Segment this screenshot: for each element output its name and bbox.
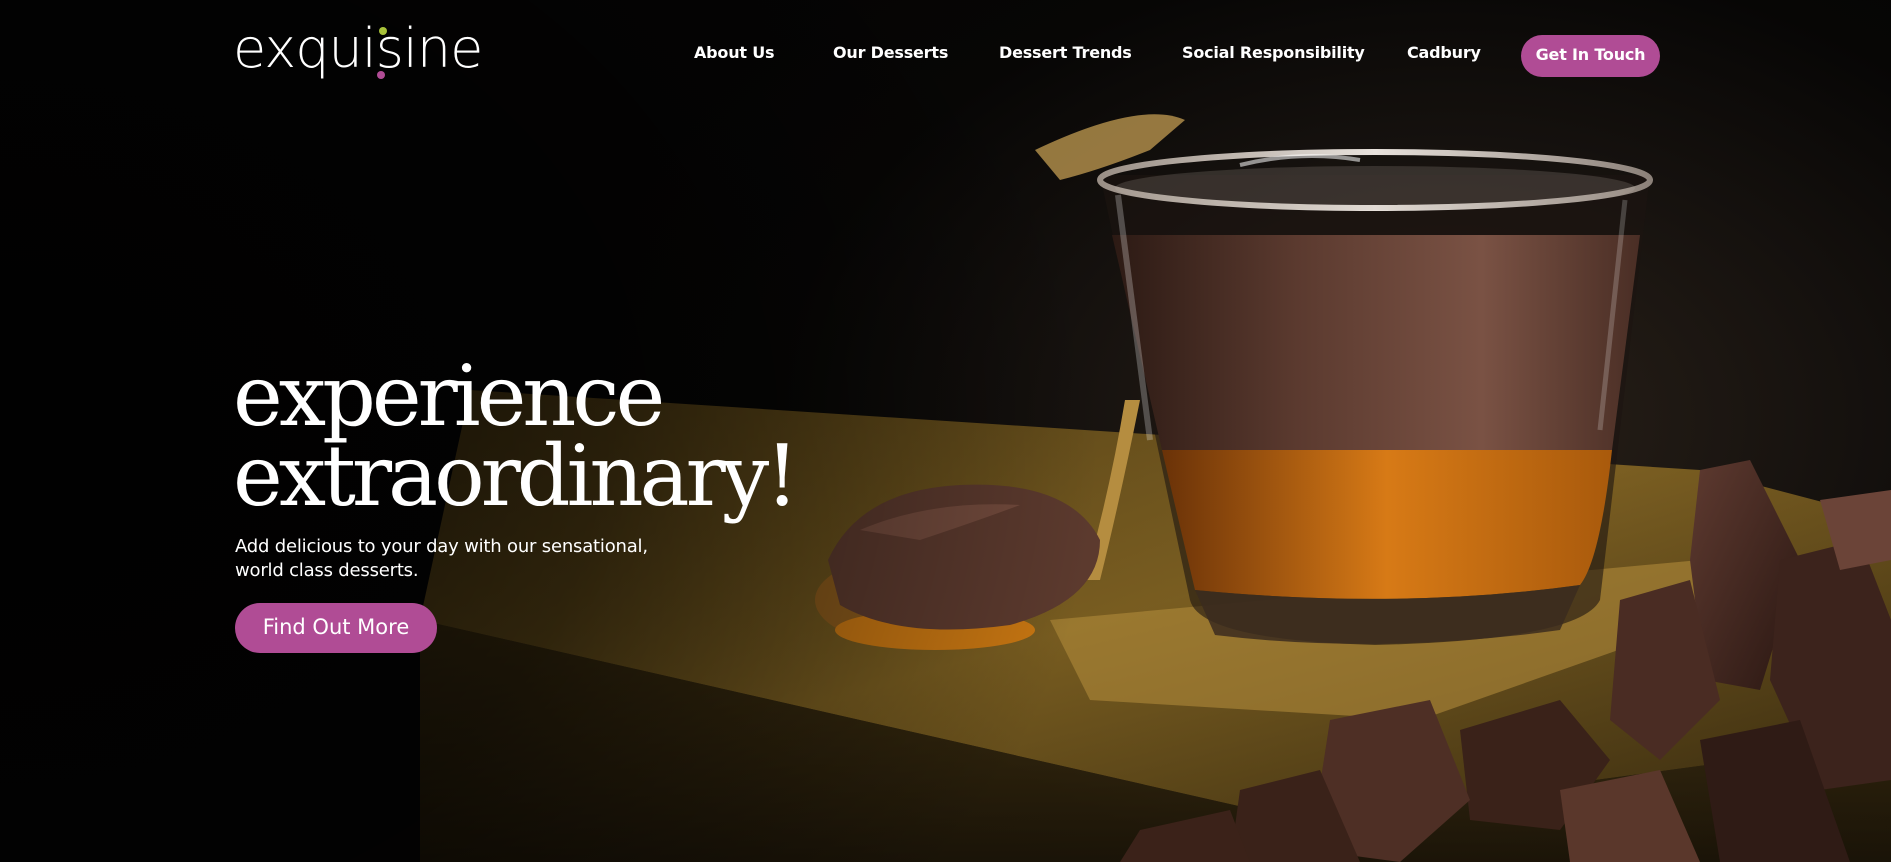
find-out-more-button[interactable]: Find Out More (235, 603, 437, 653)
hero-subtitle: Add delicious to your day with our sensa… (235, 536, 648, 581)
logo-dot-green (379, 27, 387, 35)
logo[interactable]: exquisine (233, 14, 483, 84)
get-in-touch-button[interactable]: Get In Touch (1521, 35, 1660, 77)
hero-title: experience extraordinary! (233, 347, 799, 525)
nav-our-desserts[interactable]: Our Desserts (833, 43, 948, 62)
nav-social-responsibility[interactable]: Social Responsibility (1182, 43, 1365, 62)
logo-text: exquisine (233, 17, 483, 80)
site-header: exquisine About Us Our Desserts Dessert … (0, 0, 1891, 110)
hero-title-line-1: experience (233, 347, 665, 445)
nav-dessert-trends[interactable]: Dessert Trends (999, 43, 1132, 62)
nav-about-us[interactable]: About Us (694, 43, 775, 62)
hero-title-line-2: extraordinary! (233, 427, 799, 525)
logo-dot-purple (377, 71, 385, 79)
nav-cadbury[interactable]: Cadbury (1407, 43, 1481, 62)
page: exquisine About Us Our Desserts Dessert … (0, 0, 1891, 862)
